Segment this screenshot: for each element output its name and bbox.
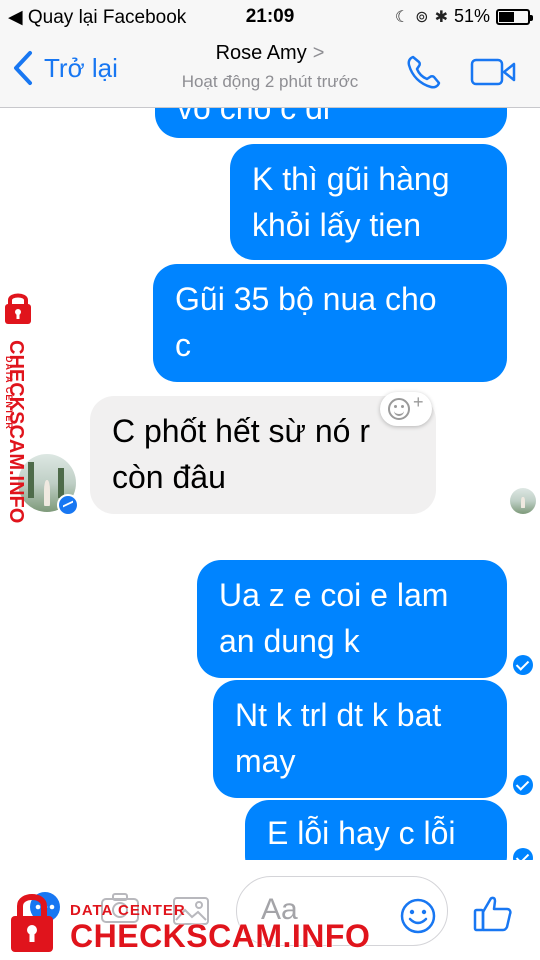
watermark-side: DATA CENTER CHECKSCAM.INFO xyxy=(0,290,60,550)
lock-icon xyxy=(5,293,31,324)
sent-check-icon xyxy=(513,775,533,795)
message-text-line: Ua z e coi e lam xyxy=(219,577,449,613)
chevron-right-icon: > xyxy=(312,42,325,64)
message-text: vo cho c di xyxy=(177,108,330,126)
message-bubble-outgoing[interactable]: K thì gũi hàng khỏi lấy tien xyxy=(230,144,507,260)
battery-percent: 51% xyxy=(453,6,490,26)
status-indicators: ☾ ⊚ ✱ 51% xyxy=(394,6,533,27)
lock-icon xyxy=(11,894,53,952)
message-bubble-outgoing[interactable]: E lỗi hay c lỗi xyxy=(245,800,507,860)
contact-name[interactable]: Rose Amy > xyxy=(0,42,540,65)
phone-call-icon[interactable] xyxy=(404,52,444,92)
message-text-line: còn đâu xyxy=(112,459,226,495)
message-bubble-outgoing[interactable]: Ua z e coi e lam an dung k xyxy=(197,560,507,678)
bluetooth-icon: ✱ xyxy=(434,8,448,26)
message-text-line: Nt k trl dt k bat xyxy=(235,697,442,733)
message-text: E lỗi hay c lỗi xyxy=(267,815,456,851)
contact-name-text: Rose Amy xyxy=(215,42,307,64)
message-bubble-outgoing[interactable]: Gũi 35 bộ nua cho c xyxy=(153,264,507,382)
emoji-icon[interactable] xyxy=(400,898,436,934)
message-text-line: khỏi lấy tien xyxy=(252,207,421,243)
sent-check-icon xyxy=(513,655,533,675)
plus-icon: + xyxy=(413,392,424,412)
active-status: Hoạt động 2 phút trước xyxy=(181,72,359,91)
conversation-header: Trở lại Rose Amy > Hoạt động 2 phút trước xyxy=(0,34,540,108)
status-bar: ◀ Quay lại Facebook 21:09 ☾ ⊚ ✱ 51% xyxy=(0,0,540,34)
emoji-icon xyxy=(388,398,410,420)
watermark-vertical-text: DATA CENTER CHECKSCAM.INFO xyxy=(4,340,27,523)
video-call-icon[interactable] xyxy=(470,56,516,88)
message-text-line: c xyxy=(175,327,191,363)
watermark-bottom-big: CHECKSCAM.INFO xyxy=(70,918,371,954)
rotation-lock-icon: ⊚ xyxy=(415,8,429,26)
add-reaction-button[interactable]: + xyxy=(380,392,432,426)
message-bubble-outgoing[interactable]: vo cho c di xyxy=(155,108,507,138)
sent-check-icon xyxy=(513,848,533,860)
thumbs-up-icon[interactable] xyxy=(472,892,514,934)
message-text-line: C phốt hết sừ nó r xyxy=(112,413,370,449)
read-receipt-avatar xyxy=(510,488,536,514)
message-bubble-outgoing[interactable]: Nt k trl dt k bat may xyxy=(213,680,507,798)
watermark-side-big: CHECKSCAM.INFO xyxy=(5,340,27,523)
message-text-line: Gũi 35 bộ nua cho xyxy=(175,281,437,317)
message-text-line: may xyxy=(235,743,296,779)
moon-icon: ☾ xyxy=(394,8,410,26)
watermark-bottom-small: DATA CENTER xyxy=(70,902,186,919)
message-text-line: an dung k xyxy=(219,623,360,659)
battery-icon xyxy=(496,8,533,25)
messenger-badge-icon xyxy=(57,494,79,516)
message-text-line: K thì gũi hàng xyxy=(252,161,450,197)
message-thread[interactable]: vo cho c di K thì gũi hàng khỏi lấy tien… xyxy=(0,108,540,860)
